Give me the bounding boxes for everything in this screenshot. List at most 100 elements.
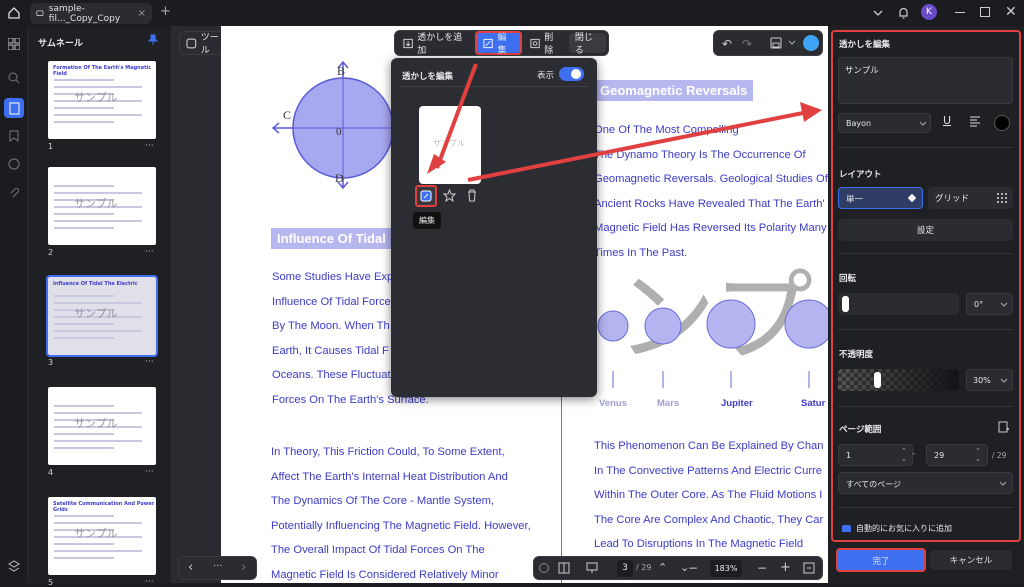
rotation-slider[interactable] [838, 293, 959, 315]
page-thumbnail[interactable]: サンプル [48, 167, 156, 245]
favorite-star-icon[interactable] [443, 189, 456, 202]
save-icon[interactable] [770, 37, 782, 49]
right-paragraph-line: One Of The Most Compelling [594, 124, 739, 136]
show-toggle[interactable] [559, 67, 584, 81]
thumbnail-text-line [54, 412, 142, 414]
undo-icon[interactable]: ↶ [722, 37, 732, 51]
layout-settings-button[interactable]: 設定 [838, 219, 1013, 241]
zoom-level[interactable]: 183% [710, 560, 742, 577]
home-icon[interactable] [7, 6, 21, 20]
thumbnail-text-line [54, 330, 142, 332]
apps-grid-icon[interactable] [4, 34, 24, 54]
thumbnail-more-button[interactable]: ··· [145, 247, 154, 257]
search-icon[interactable] [4, 68, 24, 88]
thumbnail-panel-title: サムネール [38, 39, 83, 49]
rotation-select[interactable]: 0° [966, 293, 1013, 315]
expand-icon[interactable] [539, 563, 549, 573]
page-layout-icon[interactable] [558, 562, 570, 574]
chevron-down-icon[interactable] [788, 40, 796, 46]
thumbnail-panel-icon[interactable] [4, 98, 24, 118]
thumbnail-page-number: 3 [48, 358, 54, 367]
chevron-down-icon[interactable] [872, 7, 884, 19]
chevron-down-icon [1000, 378, 1008, 383]
layers-icon[interactable] [4, 556, 24, 576]
left-paragraph-line: Oceans. These Fluctuat [272, 369, 391, 381]
range-to-value: 29 [934, 451, 945, 460]
opacity-slider[interactable] [838, 369, 959, 391]
range-to-input[interactable]: 29 ⌃ ⌄ [926, 444, 988, 466]
thumbnail-more-button[interactable]: ··· [145, 357, 154, 367]
page-thumbnail[interactable]: サンプル Influence Of Tidal The Electric [46, 275, 158, 357]
pages-select[interactable]: すべてのページ [838, 472, 1013, 494]
page-number-input[interactable]: 3 [617, 560, 633, 577]
auto-favorite-label: 自動的にお気に入りに追加 [856, 524, 952, 532]
watermark-text-input[interactable]: サンプル [838, 57, 1013, 104]
fit-page-icon[interactable] [803, 562, 815, 574]
auto-favorite-row[interactable]: 自動的にお気に入りに追加 [838, 520, 1013, 532]
page-thumbnail[interactable]: サンプル [48, 387, 156, 465]
watermark-edit-button[interactable] [415, 185, 437, 207]
stepper-icon[interactable]: ⌃ ⌄ [975, 447, 981, 463]
page-up-button[interactable]: ⌃ [658, 561, 667, 574]
redo-icon[interactable]: ↷ [742, 37, 752, 51]
cancel-button[interactable]: キャンセル [930, 550, 1012, 570]
pin-icon[interactable] [148, 34, 158, 46]
notification-bell-icon[interactable] [897, 6, 910, 20]
thumbnail-page-number: 2 [48, 248, 54, 257]
rotation-value: 0° [974, 300, 984, 309]
attachment-icon[interactable] [4, 182, 24, 202]
auto-favorite-checkbox[interactable] [842, 525, 851, 532]
done-button[interactable]: 完了 [836, 548, 926, 572]
comment-icon[interactable] [4, 154, 24, 174]
thumbnail-watermark: サンプル [74, 417, 118, 430]
page-range-options-icon[interactable] [998, 421, 1010, 433]
page-thumbnail[interactable]: サンプル Formation Of The Earth's Magnetic Fi… [48, 61, 156, 139]
range-from-input[interactable]: 1 ⌃ ⌄ [838, 444, 913, 466]
next-page-button[interactable]: › [241, 560, 246, 575]
thumbnail-more-button[interactable]: ··· [145, 467, 154, 477]
layout-grid-button[interactable]: グリッド [928, 187, 1013, 209]
trash-icon[interactable] [466, 189, 478, 202]
document-tab[interactable]: sample-fil..._Copy_Copy × [30, 3, 152, 24]
watermark-thumbnail[interactable]: サンプル [419, 106, 481, 184]
maximize-button[interactable] [980, 7, 990, 17]
opacity-select[interactable]: 30% [966, 369, 1013, 391]
opacity-slider-handle[interactable] [874, 372, 881, 388]
tab-close-button[interactable]: × [138, 8, 146, 19]
right-paragraph-line: The Core Are Complex And Chaotic, They C… [594, 513, 824, 526]
bookmark-icon[interactable] [4, 126, 24, 146]
add-watermark-button[interactable]: 透かしを追加 [397, 33, 473, 56]
presentation-icon[interactable] [586, 562, 598, 574]
font-select[interactable]: Bayon [838, 113, 931, 133]
underline-icon[interactable]: U [943, 114, 951, 127]
delete-watermark-button[interactable]: 削除 [524, 33, 567, 56]
zoom-out-button-2[interactable]: − [757, 561, 767, 575]
zoom-out-button[interactable]: − [688, 561, 698, 575]
minimize-button[interactable] [955, 12, 965, 13]
new-tab-button[interactable]: + [160, 4, 171, 19]
user-avatar[interactable]: K [921, 4, 937, 20]
thumbnail-text-line [54, 86, 142, 88]
stepper-icon[interactable]: ⌃ ⌄ [901, 447, 907, 463]
close-window-button[interactable]: ✕ [1005, 4, 1017, 20]
edit-icon [483, 38, 493, 48]
thumbnail-watermark: サンプル [74, 307, 118, 320]
layout-single-label: 単一 [846, 195, 864, 205]
text-color-picker[interactable] [994, 115, 1010, 131]
layout-single-button[interactable]: 単一 [838, 187, 923, 209]
pages-select-value: すべてのページ [846, 480, 901, 489]
zoom-in-button[interactable]: + [780, 560, 791, 575]
thumbnail-more-button[interactable]: ··· [145, 577, 154, 587]
page-thumbnail[interactable]: サンプル Satellite Communication And Power Gr… [48, 497, 156, 575]
thumbnail-heading: Influence Of Tidal The Electric [53, 281, 138, 287]
thumbnail-more-button[interactable]: ··· [145, 141, 154, 151]
range-total: / 29 [992, 451, 1007, 460]
previous-page-button[interactable]: ‹ [188, 560, 193, 575]
edit-watermark-button[interactable]: 編集 [475, 31, 523, 56]
more-pages-button[interactable]: ··· [213, 561, 223, 572]
align-text-icon[interactable] [969, 116, 981, 127]
column-divider [561, 391, 562, 583]
ai-assistant-icon[interactable] [803, 35, 819, 51]
close-watermark-button[interactable]: 閉じる [568, 33, 606, 56]
rotation-slider-handle[interactable] [842, 296, 849, 312]
